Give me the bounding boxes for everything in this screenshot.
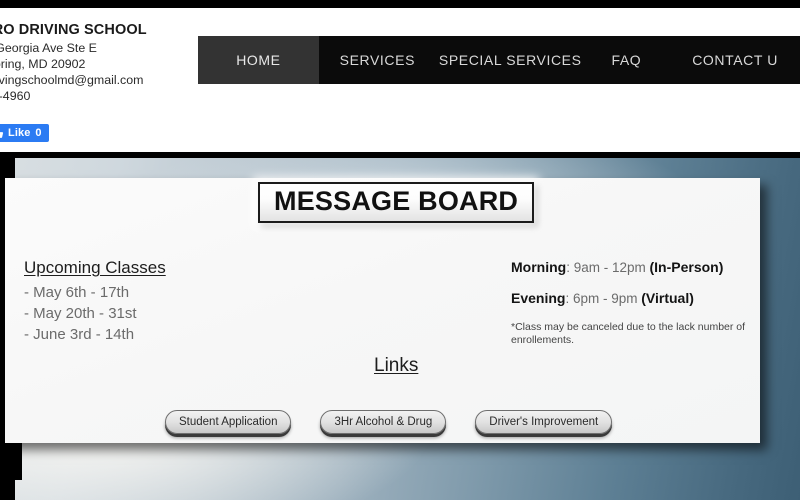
alcohol-drug-button[interactable]: 3Hr Alcohol & Drug — [320, 410, 447, 434]
class-date-item: - May 20th - 31st — [24, 305, 137, 322]
links-heading: Links — [374, 355, 419, 376]
hero-section: MESSAGE BOARD Upcoming Classes - May 6th… — [0, 152, 800, 500]
evening-mode: (Virtual) — [641, 290, 694, 306]
morning-label: Morning — [511, 259, 567, 275]
address-line-2: r Spring, MD 20902 — [0, 57, 86, 71]
message-board-title-wrap: MESSAGE BOARD — [258, 182, 535, 223]
brand-block: -PRO DRIVING SCHOOL 20 Georgia Ave Ste E… — [0, 22, 218, 104]
nav-item-faq[interactable]: FAQ — [585, 36, 669, 84]
class-date-item: - June 3rd - 14th — [24, 326, 135, 343]
main-navigation: HOME SERVICES SPECIAL SERVICES FAQ CONTA… — [198, 36, 800, 84]
nav-item-contact-us[interactable]: CONTACT U — [668, 36, 800, 84]
morning-mode: (In-Person) — [649, 259, 724, 275]
email-address[interactable]: odrivingschoolmd@gmail.com — [0, 72, 218, 88]
upcoming-classes-heading: Upcoming Classes — [24, 258, 166, 277]
morning-schedule-row: Morning: 9am - 12pm (In-Person) — [511, 259, 771, 275]
facebook-like-count: 0 — [35, 127, 42, 139]
site-header: -PRO DRIVING SCHOOL 20 Georgia Ave Ste E… — [0, 8, 800, 142]
nav-item-special-services[interactable]: SPECIAL SERVICES — [436, 36, 585, 84]
brand-title: -PRO DRIVING SCHOOL — [0, 22, 147, 38]
student-application-button[interactable]: Student Application — [165, 410, 292, 434]
top-black-strip — [0, 0, 800, 8]
drivers-improvement-button[interactable]: Driver's Improvement — [475, 410, 613, 434]
evening-time: : 6pm - 9pm — [565, 291, 642, 306]
facebook-like-label: Like — [8, 127, 31, 139]
nav-item-services[interactable]: SERVICES — [319, 36, 436, 84]
address-line-1: 20 Georgia Ave Ste E — [0, 41, 97, 55]
cancellation-note: *Class may be canceled due to the lack n… — [511, 321, 746, 346]
message-board-title: MESSAGE BOARD — [258, 182, 535, 223]
facebook-like-button[interactable]: Like 0 — [0, 124, 49, 142]
phone-number: 949-4960 — [0, 89, 31, 103]
hero-top-black-band — [0, 152, 800, 158]
links-button-row: Student Application 3Hr Alcohol & Drug D… — [165, 410, 665, 434]
class-date-item: - May 6th - 17th — [24, 284, 130, 301]
morning-time: : 9am - 12pm — [566, 260, 650, 275]
evening-label: Evening — [511, 290, 566, 306]
upcoming-classes-block: Upcoming Classes - May 6th - 17th - May … — [24, 258, 166, 345]
thumbs-up-icon — [0, 131, 4, 138]
evening-schedule-row: Evening: 6pm - 9pm (Virtual) — [511, 290, 771, 306]
nav-item-home[interactable]: HOME — [198, 36, 319, 84]
brand-contact-lines: 20 Georgia Ave Ste E r Spring, MD 20902 … — [0, 40, 218, 104]
schedule-block: Morning: 9am - 12pm (In-Person) Evening:… — [511, 259, 771, 347]
